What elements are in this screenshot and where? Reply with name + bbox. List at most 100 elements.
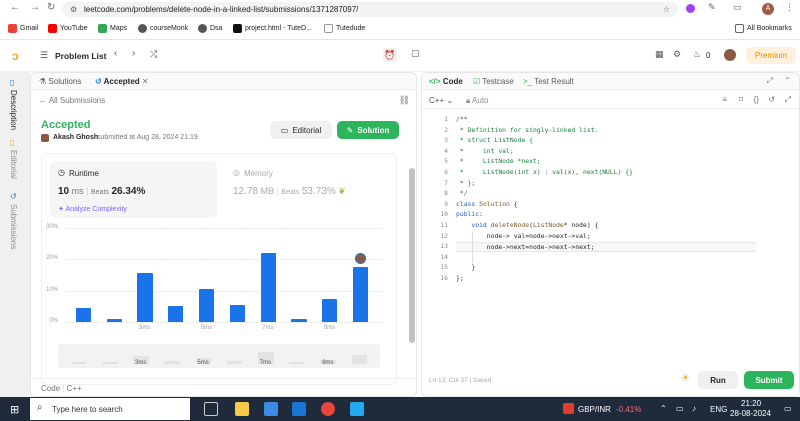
code-line[interactable]: * };: [456, 179, 475, 187]
clock-time[interactable]: 21:20: [741, 399, 761, 408]
code-line[interactable]: node-> val=node->next->val;: [456, 232, 591, 240]
editorial-button[interactable]: ▭ Editorial: [270, 121, 332, 139]
lang-tab-label[interactable]: C++: [67, 384, 82, 393]
runtime-bar[interactable]: [75, 307, 92, 322]
stock-name[interactable]: GBP/INR: [578, 405, 611, 414]
code-line[interactable]: * ListNode *next;: [456, 157, 541, 165]
premium-button[interactable]: Premium: [746, 47, 796, 64]
network-icon[interactable]: ▭: [676, 404, 684, 413]
sidebar-icon[interactable]: ▭: [733, 2, 742, 13]
sun-icon[interactable]: ☀: [681, 373, 690, 384]
maximize-icon[interactable]: ⤢: [767, 76, 773, 86]
runtime-bar[interactable]: [229, 304, 246, 322]
chrome-icon[interactable]: [321, 402, 335, 416]
timer-icon[interactable]: ⏰: [383, 48, 397, 62]
code-line[interactable]: }: [456, 263, 475, 271]
bookmark-gmail[interactable]: Gmail: [8, 24, 38, 33]
code-tab[interactable]: </> Code: [429, 77, 463, 86]
file-explorer-icon[interactable]: [235, 402, 249, 416]
left-scrollbar[interactable]: [409, 168, 415, 343]
vscode-icon[interactable]: [350, 402, 364, 416]
problem-list-link[interactable]: Problem List: [55, 51, 106, 61]
url-bar[interactable]: ⚙ leetcode.com/problems/delete-node-in-a…: [62, 2, 678, 17]
run-button[interactable]: Run: [698, 371, 738, 389]
extension-icon[interactable]: [686, 4, 695, 13]
bookmark-dsa[interactable]: Dsa: [198, 24, 222, 33]
runtime-overview-bar[interactable]: 3ms 5ms 7ms 9ms: [58, 344, 380, 368]
puzzle-icon[interactable]: ✎: [708, 2, 716, 13]
code-line[interactable]: * struct ListNode {: [456, 136, 533, 144]
solutions-tab[interactable]: ⚗ Solutions: [39, 77, 81, 86]
solution-button[interactable]: ✎ Solution: [337, 121, 399, 139]
sidebar-tab-editorial[interactable]: Editorial: [9, 150, 18, 179]
menu-icon[interactable]: ⋮: [785, 2, 794, 13]
code-line[interactable]: * ListNode(int x) : val(x), next(NULL) {…: [456, 168, 633, 176]
clock-date[interactable]: 28-08-2024: [730, 409, 771, 418]
shuffle-icon[interactable]: ⤮: [150, 49, 157, 60]
testcase-tab[interactable]: ☑ Testcase: [473, 77, 514, 86]
code-line[interactable]: };: [456, 274, 464, 282]
bookmark-star-icon[interactable]: ☆: [663, 2, 670, 17]
submitter-name[interactable]: Akash Ghosh: [53, 134, 98, 141]
profile-avatar[interactable]: A: [762, 3, 774, 15]
collapse-icon[interactable]: ⌃: [784, 76, 791, 85]
windows-start-icon[interactable]: ⊞: [10, 403, 19, 416]
submissions-icon[interactable]: ↺: [10, 192, 17, 201]
forward-icon[interactable]: →: [30, 2, 40, 13]
braces-icon[interactable]: {}: [754, 95, 759, 104]
prev-problem-icon[interactable]: ‹: [114, 48, 117, 59]
test-result-tab[interactable]: >_ Test Result: [523, 77, 574, 86]
sidebar-tab-description[interactable]: Description: [9, 90, 18, 130]
runtime-bar[interactable]: [198, 289, 215, 322]
runtime-bar[interactable]: [291, 318, 307, 322]
site-info-icon[interactable]: ⚙: [70, 2, 77, 17]
bookmark-youtube[interactable]: YouTube: [48, 24, 88, 33]
all-bookmarks[interactable]: All Bookmarks: [735, 24, 792, 33]
mail-icon[interactable]: [292, 402, 306, 416]
settings-icon[interactable]: ⚙: [673, 49, 681, 60]
all-submissions-link[interactable]: ← All Submissions: [39, 96, 105, 105]
list-icon[interactable]: ☰: [40, 50, 48, 61]
next-problem-icon[interactable]: ›: [132, 48, 135, 59]
language-indicator[interactable]: ENG: [710, 405, 727, 414]
runtime-bar[interactable]: [352, 267, 369, 322]
runtime-bar[interactable]: [137, 273, 153, 322]
runtime-bar[interactable]: [322, 298, 338, 322]
layout-icon[interactable]: ▦: [655, 49, 664, 60]
format-icon[interactable]: ≡: [722, 95, 727, 104]
bookmark-project[interactable]: project.html - TuteD...: [233, 24, 312, 33]
sidebar-tab-submissions[interactable]: Submissions: [9, 204, 18, 249]
bookmark-maps[interactable]: Maps: [98, 24, 127, 33]
code-line[interactable]: * Definition for singly-linked list.: [456, 126, 599, 134]
code-tab-label[interactable]: Code: [41, 384, 60, 393]
accepted-tab[interactable]: ↺ Accepted ✕: [95, 77, 149, 86]
note-icon[interactable]: ▢: [411, 48, 420, 59]
notifications-icon[interactable]: ▭: [784, 404, 792, 413]
tray-chevron-icon[interactable]: ⌃: [660, 404, 667, 413]
code-editor[interactable]: 1 /** 2 * Definition for singly-linked lis…: [422, 113, 799, 358]
bookmark-coursemonk[interactable]: courseMonk: [138, 24, 188, 33]
submit-button[interactable]: Submit: [744, 371, 794, 389]
user-avatar[interactable]: [724, 49, 736, 61]
runtime-bar[interactable]: [260, 253, 276, 322]
runtime-bar[interactable]: [168, 306, 184, 322]
auto-toggle[interactable]: 🔒︎ Auto: [466, 96, 489, 106]
fire-icon[interactable]: ♨: [693, 49, 701, 60]
code-line[interactable]: * int val;: [456, 147, 514, 155]
analyze-complexity-link[interactable]: ✦ Analyze Complexity: [58, 205, 127, 213]
runtime-bar[interactable]: [106, 318, 122, 322]
back-icon[interactable]: ←: [10, 2, 20, 13]
volume-icon[interactable]: ♪: [692, 404, 696, 413]
language-select[interactable]: C++ ⌄: [429, 96, 453, 105]
code-line[interactable]: class Solution {: [456, 200, 518, 208]
fullscreen-icon[interactable]: ⤢: [785, 95, 791, 105]
reset-icon[interactable]: ↺: [768, 95, 775, 104]
code-line[interactable]: /**: [456, 115, 468, 123]
store-icon[interactable]: [264, 402, 278, 416]
code-line[interactable]: */: [456, 189, 468, 197]
leetcode-logo[interactable]: ↄ: [12, 49, 19, 63]
bookmark-icon[interactable]: ⌑: [739, 95, 743, 104]
description-icon[interactable]: ▯: [10, 78, 14, 87]
editorial-icon[interactable]: ▯: [10, 138, 14, 147]
code-line[interactable]: node->next=node->next->next;: [456, 242, 756, 253]
